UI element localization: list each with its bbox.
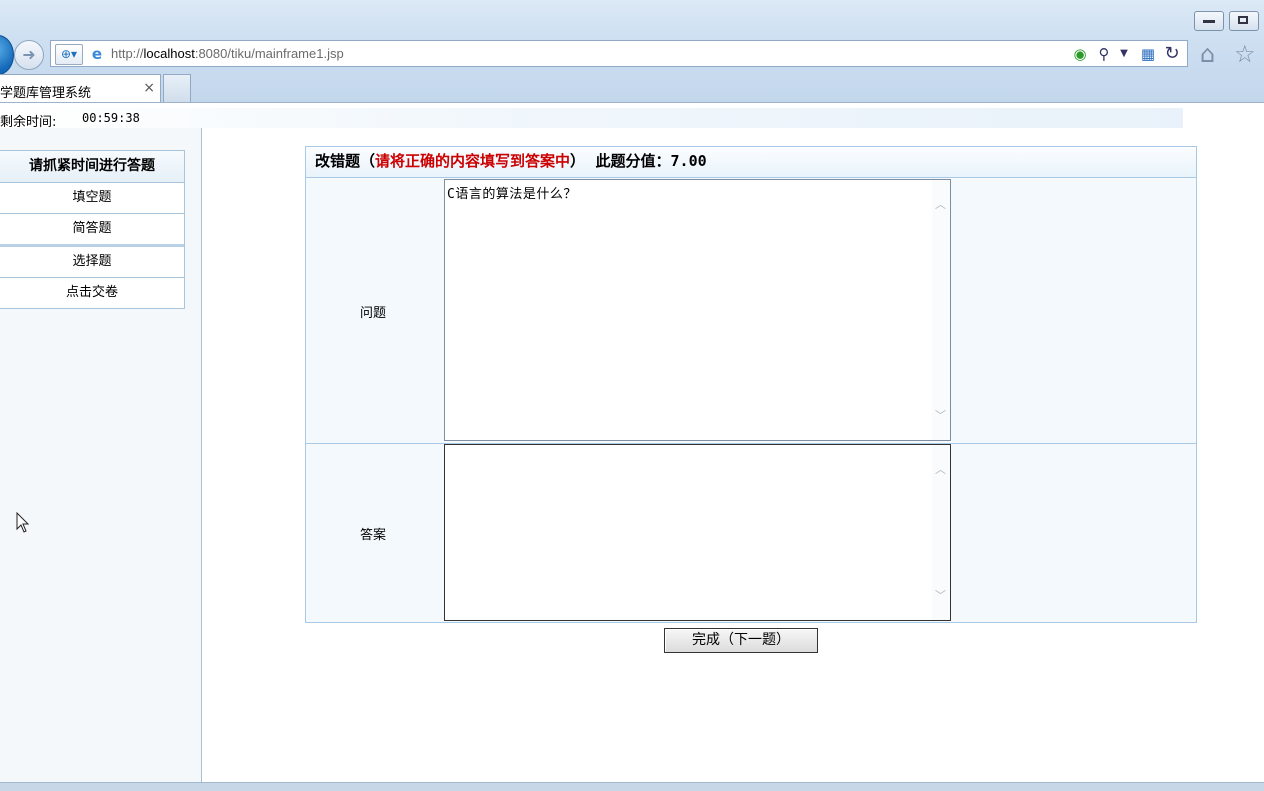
question-type-menu: 请抓紧时间进行答题 填空题 简答题 选择题 点击交卷	[0, 150, 185, 309]
question-row: 问题 C语言的算法是什么？ ︿ ﹀	[306, 178, 1196, 444]
maximize-icon	[1238, 16, 1248, 24]
scroll-down-icon[interactable]: ﹀	[935, 410, 946, 421]
search-icon[interactable]: ⚲	[1095, 45, 1113, 63]
mouse-cursor-icon	[16, 512, 30, 533]
question-type: 改错题（	[315, 152, 376, 170]
tab-strip: 学题库管理系统 ×	[0, 72, 1264, 102]
timer-bar: 剩余时间: 00:59:38	[0, 108, 1183, 130]
question-text: C语言的算法是什么？	[447, 187, 577, 202]
tab-current[interactable]: 学题库管理系统 ×	[0, 74, 161, 102]
url-text[interactable]: http://localhost:8080/tiku/mainframe1.js…	[111, 46, 344, 61]
timer-value: 00:59:38	[82, 111, 140, 125]
home-icon[interactable]: ⌂	[1200, 40, 1215, 68]
question-header: 改错题（请将正确的内容填写到答案中） 此题分值：7.00	[306, 147, 1196, 178]
minimize-icon	[1203, 20, 1215, 23]
scroll-down-icon[interactable]: ﹀	[935, 590, 946, 601]
question-label: 问题	[360, 306, 387, 321]
new-tab-button[interactable]	[163, 74, 191, 102]
compat-view-icon[interactable]: ⊕▾	[55, 44, 83, 65]
address-bar[interactable]: ⊕▾ e http://localhost:8080/tiku/mainfram…	[50, 40, 1188, 67]
reload-icon[interactable]: ↻	[1163, 45, 1181, 63]
close-paren: ）	[570, 152, 586, 170]
answer-textarea[interactable]: ︿ ﹀	[444, 444, 951, 621]
score-value: 7.00	[670, 152, 707, 170]
answer-label: 答案	[360, 528, 387, 543]
tab-title: 学题库管理系统	[0, 86, 92, 101]
forward-icon[interactable]: ➜	[14, 40, 44, 70]
question-instruction: 请将正确的内容填写到答案中	[375, 152, 571, 170]
answer-scrollbar[interactable]: ︿ ﹀	[932, 445, 950, 620]
question-panel: 改错题（请将正确的内容填写到答案中） 此题分值：7.00 问题 C语言的算法是什…	[305, 146, 1197, 623]
dropdown-icon[interactable]: ▼	[1115, 45, 1133, 63]
menu-item-multiple-choice[interactable]: 选择题	[0, 247, 184, 278]
browser-toolbar: ➜ ⊕▾ e http://localhost:8080/tiku/mainfr…	[0, 0, 1264, 103]
favorites-star-icon[interactable]: ☆	[1234, 40, 1256, 68]
menu-header: 请抓紧时间进行答题	[0, 151, 184, 183]
menu-item-fill-blank[interactable]: 填空题	[0, 183, 184, 214]
maximize-button[interactable]	[1229, 11, 1259, 31]
image-icon[interactable]: ▦	[1139, 45, 1157, 63]
ie-page-icon: e	[91, 45, 103, 63]
refresh-green-icon[interactable]: ◉	[1071, 45, 1089, 63]
minimize-button[interactable]	[1194, 11, 1224, 31]
left-frame: 请抓紧时间进行答题 填空题 简答题 选择题 点击交卷	[0, 128, 202, 782]
score-label: 此题分值：	[595, 152, 671, 170]
question-scrollbar[interactable]: ︿ ﹀	[932, 180, 950, 440]
menu-item-short-answer[interactable]: 简答题	[0, 214, 184, 247]
tab-close-icon[interactable]: ×	[143, 80, 155, 96]
answer-row: 答案 ︿ ﹀	[306, 443, 1196, 622]
scroll-up-icon[interactable]: ︿	[935, 199, 946, 210]
finish-next-button[interactable]: 完成（下一题）	[664, 628, 818, 653]
question-textarea[interactable]: C语言的算法是什么？ ︿ ﹀	[444, 179, 951, 441]
scroll-up-icon[interactable]: ︿	[935, 464, 946, 475]
back-icon[interactable]	[0, 35, 14, 75]
menu-item-submit-exam[interactable]: 点击交卷	[0, 278, 184, 308]
